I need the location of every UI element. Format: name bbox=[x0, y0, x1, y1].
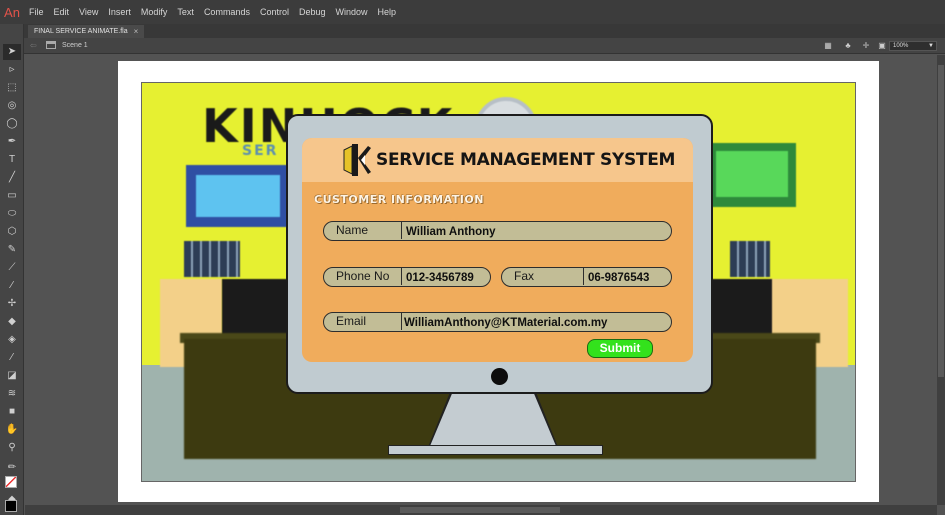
menu-insert[interactable]: Insert bbox=[103, 0, 136, 24]
background-monitor-left bbox=[222, 279, 292, 339]
stroke-color-swatch[interactable] bbox=[5, 476, 17, 488]
background-logo-subtext: SER bbox=[242, 143, 279, 159]
center-stage-icon[interactable]: ✛ bbox=[861, 41, 871, 50]
fax-field[interactable]: Fax 06-9876543 bbox=[501, 267, 672, 287]
vertical-scrollbar[interactable] bbox=[937, 55, 945, 505]
eraser-tool-icon[interactable]: ◪ bbox=[3, 368, 21, 384]
menu-modify[interactable]: Modify bbox=[136, 0, 173, 24]
selection-tool-icon[interactable]: ➤ bbox=[3, 44, 21, 60]
menu-text[interactable]: Text bbox=[172, 0, 199, 24]
menu-view[interactable]: View bbox=[74, 0, 103, 24]
eyedropper-tool-icon[interactable]: ⁄ bbox=[3, 350, 21, 366]
animate-app-window: An File Edit View Insert Modify Text Com… bbox=[0, 0, 945, 515]
menu-window[interactable]: Window bbox=[331, 0, 373, 24]
phone-field[interactable]: Phone No 012-3456789 bbox=[323, 267, 491, 287]
pencil-tool-icon[interactable]: ✎ bbox=[3, 242, 21, 258]
email-label: Email bbox=[324, 313, 402, 330]
close-tab-icon[interactable]: × bbox=[134, 25, 139, 38]
fill-color-swatch[interactable] bbox=[5, 500, 17, 512]
scene-label[interactable]: Scene 1 bbox=[62, 38, 88, 54]
camera-tool-icon[interactable]: ■ bbox=[3, 404, 21, 420]
back-arrow-icon[interactable]: ⇦ bbox=[30, 41, 37, 50]
books-left bbox=[184, 241, 240, 277]
menu-debug[interactable]: Debug bbox=[294, 0, 331, 24]
paint-brush-tool-icon[interactable]: ∕ bbox=[3, 278, 21, 294]
k-logo-icon bbox=[343, 144, 371, 176]
edit-scene-icon[interactable]: ▦ bbox=[823, 41, 833, 50]
paint-bucket-tool-icon[interactable]: ◆ bbox=[3, 314, 21, 330]
hand-tool-icon[interactable]: ✋ bbox=[3, 422, 21, 438]
menu-commands[interactable]: Commands bbox=[199, 0, 255, 24]
brush-tool-icon[interactable]: ⟋ bbox=[3, 260, 21, 276]
books-right bbox=[730, 241, 770, 277]
rectangle-tool-icon[interactable]: ▭ bbox=[3, 188, 21, 204]
subselection-tool-icon[interactable]: ▹ bbox=[3, 62, 21, 78]
edit-bar: ⇦ Scene 1 ▦ ♣ ✛ ▣ 100% ▼ bbox=[24, 38, 945, 54]
email-value[interactable]: WilliamAnthony@KTMaterial.com.my bbox=[404, 314, 607, 331]
pen-tool-icon[interactable]: ✒ bbox=[3, 134, 21, 150]
menu-edit[interactable]: Edit bbox=[49, 0, 75, 24]
zoom-value: 100% bbox=[893, 43, 909, 49]
name-field[interactable]: Name William Anthony bbox=[323, 221, 672, 241]
lasso-tool-icon[interactable]: ◯ bbox=[3, 116, 21, 132]
document-tab-bar: FINAL SERVICE ANIMATE.fla × bbox=[24, 24, 945, 38]
bone-tool-icon[interactable]: ✢ bbox=[3, 296, 21, 312]
chevron-down-icon: ▼ bbox=[928, 43, 934, 49]
3d-rotation-tool-icon[interactable]: ◎ bbox=[3, 98, 21, 114]
power-button-icon bbox=[491, 368, 508, 385]
ink-bottle-tool-icon[interactable]: ◈ bbox=[3, 332, 21, 348]
monitor-screen: SERVICE MANAGEMENT SYSTEM CUSTOMER INFOR… bbox=[302, 138, 693, 362]
animate-logo-icon: An bbox=[4, 4, 20, 20]
horizontal-scrollbar[interactable] bbox=[25, 505, 937, 515]
horizontal-scroll-thumb[interactable] bbox=[400, 507, 560, 513]
edit-symbols-icon[interactable]: ♣ bbox=[843, 41, 853, 50]
wall-picture-left bbox=[186, 165, 290, 227]
document-tab-title: FINAL SERVICE ANIMATE.fla bbox=[34, 28, 128, 35]
oval-tool-icon[interactable]: ⬭ bbox=[3, 206, 21, 222]
text-tool-icon[interactable]: T bbox=[3, 152, 21, 168]
zoom-tool-icon[interactable]: ⚲ bbox=[3, 440, 21, 456]
wall-picture-right bbox=[708, 143, 796, 207]
menu-file[interactable]: File bbox=[24, 0, 49, 24]
name-label: Name bbox=[324, 222, 402, 239]
section-title: CUSTOMER INFORMATION bbox=[314, 193, 484, 206]
email-field[interactable]: Email WilliamAnthony@KTMaterial.com.my bbox=[323, 312, 672, 332]
vertical-scroll-thumb[interactable] bbox=[938, 65, 944, 377]
line-tool-icon[interactable]: ╱ bbox=[3, 170, 21, 186]
tools-panel: ➤ ▹ ⬚ ◎ ◯ ✒ T ╱ ▭ ⬭ ⬡ ✎ ⟋ ∕ ✢ ◆ ◈ ⁄ ◪ ≋ … bbox=[0, 24, 24, 515]
phone-label: Phone No bbox=[324, 268, 402, 285]
document-tab[interactable]: FINAL SERVICE ANIMATE.fla × bbox=[28, 25, 145, 38]
clip-content-icon[interactable]: ▣ bbox=[877, 41, 887, 50]
polystar-tool-icon[interactable]: ⬡ bbox=[3, 224, 21, 240]
phone-value[interactable]: 012-3456789 bbox=[406, 269, 474, 286]
width-tool-icon[interactable]: ≋ bbox=[3, 386, 21, 402]
fax-value[interactable]: 06-9876543 bbox=[588, 269, 649, 286]
name-value[interactable]: William Anthony bbox=[406, 223, 496, 240]
fax-label: Fax bbox=[502, 268, 584, 285]
menu-help[interactable]: Help bbox=[373, 0, 402, 24]
menu-bar: An File Edit View Insert Modify Text Com… bbox=[0, 0, 945, 24]
system-title: SERVICE MANAGEMENT SYSTEM bbox=[376, 150, 676, 170]
monitor-base bbox=[388, 445, 603, 455]
menu-control[interactable]: Control bbox=[255, 0, 294, 24]
zoom-select[interactable]: 100% ▼ bbox=[889, 41, 937, 51]
stroke-color-icon[interactable]: ✏ bbox=[3, 460, 21, 476]
submit-button[interactable]: Submit bbox=[587, 339, 653, 358]
free-transform-tool-icon[interactable]: ⬚ bbox=[3, 80, 21, 96]
scene-clapper-icon bbox=[46, 41, 56, 49]
